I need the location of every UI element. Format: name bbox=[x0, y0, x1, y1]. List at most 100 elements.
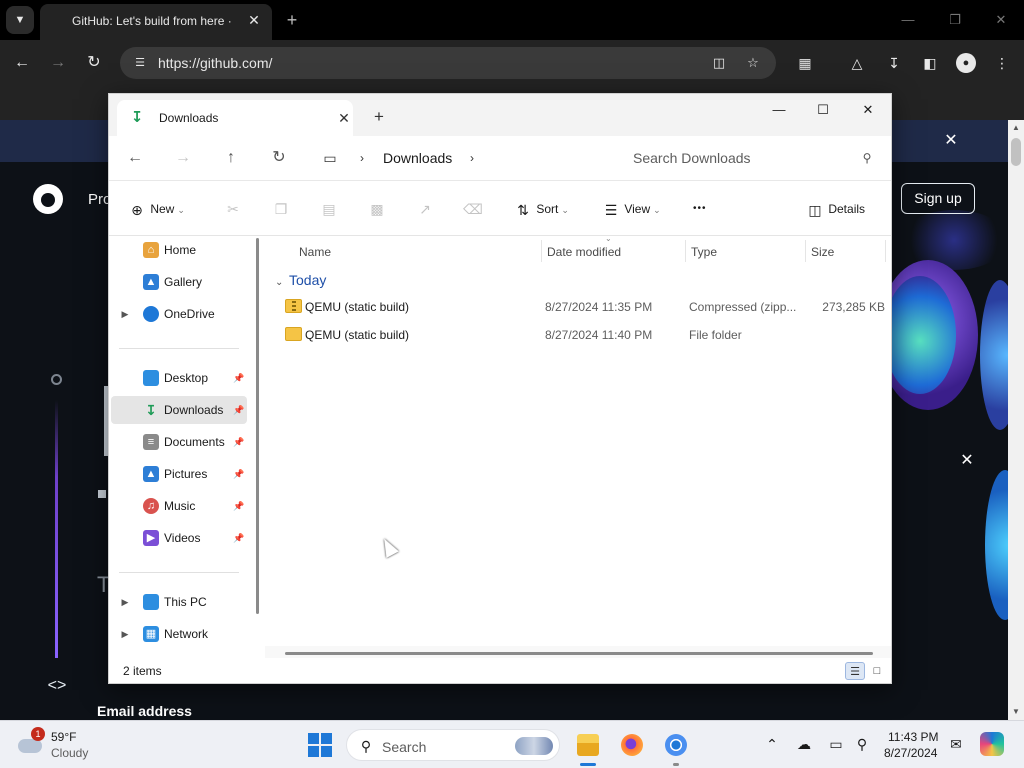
sidebar-item-music[interactable]: ♫ Music 📌 bbox=[111, 492, 247, 520]
minimize-icon[interactable]: — bbox=[757, 96, 801, 124]
details-view-icon[interactable]: ☰ bbox=[845, 662, 865, 680]
sidebar-item-desktop[interactable]: Desktop 📌 bbox=[111, 364, 247, 392]
sidebar-scrollbar[interactable] bbox=[256, 238, 259, 614]
tiles-view-icon[interactable]: □ bbox=[867, 662, 887, 680]
minimize-icon[interactable]: — bbox=[896, 8, 920, 32]
browser-tab-github[interactable]: GitHub: Let's build from here · ✕ bbox=[40, 4, 272, 40]
weather-temperature[interactable]: 59°F bbox=[51, 730, 76, 744]
sidebar-item-network[interactable]: ▶ ▦ Network bbox=[111, 620, 247, 648]
site-settings-icon[interactable]: ☰ bbox=[132, 55, 148, 71]
column-header-type[interactable]: Type bbox=[691, 240, 717, 264]
firefox-taskbar-icon[interactable] bbox=[616, 729, 648, 761]
onedrive-off-icon[interactable]: ☁ bbox=[793, 733, 815, 755]
close-window-icon[interactable]: ✕ bbox=[846, 96, 890, 124]
up-arrow-icon[interactable]: ↑ bbox=[219, 146, 243, 170]
breadcrumb[interactable]: ▭ › Downloads › bbox=[313, 142, 605, 174]
sidebar-item-this-pc[interactable]: ▶ This PC bbox=[111, 588, 247, 616]
new-tab-button[interactable]: + bbox=[282, 8, 302, 32]
copilot-icon[interactable] bbox=[980, 732, 1004, 756]
file-explorer-taskbar-icon[interactable] bbox=[572, 729, 604, 766]
sidebar-item-pictures[interactable]: ▲ Pictures 📌 bbox=[111, 460, 247, 488]
reload-icon[interactable]: ↻ bbox=[82, 51, 106, 75]
horizontal-scrollbar[interactable] bbox=[285, 652, 873, 655]
more-options-button[interactable]: ••• bbox=[693, 197, 707, 221]
column-divider[interactable] bbox=[685, 240, 686, 262]
search-input[interactable] bbox=[617, 142, 883, 174]
windows-start-icon[interactable] bbox=[308, 733, 332, 757]
scroll-down-icon[interactable]: ▼ bbox=[1008, 704, 1024, 720]
labs-flask-icon[interactable]: △ bbox=[846, 52, 868, 74]
address-bar[interactable]: ☰ https://github.com/ ◫ ☆ bbox=[120, 47, 776, 79]
table-row[interactable]: QEMU (static build) 8/27/2024 11:40 PM F… bbox=[275, 321, 885, 349]
weather-condition[interactable]: Cloudy bbox=[51, 746, 88, 760]
restore-icon[interactable]: ❐ bbox=[943, 8, 967, 32]
close-window-icon[interactable]: ✕ bbox=[989, 8, 1013, 32]
paste-icon[interactable]: ▤ bbox=[317, 197, 341, 221]
clock-time[interactable]: 11:43 PM bbox=[888, 730, 938, 744]
sign-up-button[interactable]: Sign up bbox=[901, 183, 975, 214]
new-button[interactable]: ⊕ New ⌄ bbox=[127, 197, 185, 221]
close-icon[interactable]: ✕ bbox=[940, 130, 962, 152]
chrome-taskbar-icon[interactable] bbox=[660, 729, 692, 766]
back-arrow-icon[interactable]: ← bbox=[10, 51, 34, 75]
sidebar-item-downloads[interactable]: ↧ Downloads 📌 bbox=[111, 396, 247, 424]
chevron-right-icon[interactable]: › bbox=[467, 150, 477, 166]
sidebar-item-documents[interactable]: ≡ Documents 📌 bbox=[111, 428, 247, 456]
chevron-right-icon[interactable]: › bbox=[357, 150, 367, 166]
column-header-name[interactable]: Name bbox=[299, 240, 331, 264]
network-status-icon[interactable]: ⚲ bbox=[851, 733, 873, 755]
close-icon[interactable]: ✕ bbox=[246, 12, 262, 28]
chevron-right-icon[interactable]: ▶ bbox=[119, 627, 131, 641]
sidebar-item-gallery[interactable]: ▲ Gallery bbox=[111, 268, 247, 296]
extensions-icon[interactable]: ▦ bbox=[794, 52, 816, 74]
side-panel-icon[interactable]: ◧ bbox=[919, 52, 941, 74]
rename-icon[interactable]: ▩ bbox=[365, 197, 389, 221]
chevron-up-icon[interactable]: ⌃ bbox=[761, 733, 783, 755]
page-scrollbar[interactable] bbox=[1008, 120, 1024, 720]
breadcrumb-downloads[interactable]: Downloads bbox=[383, 150, 452, 166]
scroll-up-icon[interactable]: ▲ bbox=[1008, 120, 1024, 136]
table-row[interactable]: QEMU (static build) 8/27/2024 11:35 PM C… bbox=[275, 293, 885, 321]
forward-arrow-icon[interactable]: → bbox=[171, 146, 195, 170]
install-app-icon[interactable]: ◫ bbox=[710, 54, 728, 72]
column-divider[interactable] bbox=[541, 240, 542, 262]
refresh-icon[interactable]: ↻ bbox=[267, 146, 291, 170]
share-icon[interactable]: ↗ bbox=[413, 197, 437, 221]
close-icon[interactable]: ✕ bbox=[335, 109, 353, 127]
column-divider[interactable] bbox=[805, 240, 806, 262]
bookmark-star-icon[interactable]: ☆ bbox=[744, 54, 762, 72]
profile-avatar-icon[interactable]: ● bbox=[956, 53, 976, 73]
chevron-right-icon[interactable]: ▶ bbox=[119, 307, 131, 321]
view-button[interactable]: ☰ View ⌄ bbox=[601, 197, 661, 221]
github-logo-icon[interactable] bbox=[33, 184, 63, 214]
chevron-right-icon[interactable]: ▶ bbox=[119, 595, 131, 609]
sort-button[interactable]: ⇅ Sort ⌄ bbox=[513, 197, 569, 221]
search-box[interactable]: ⚲ bbox=[617, 142, 883, 174]
file-list: ⌄ Name Date modified Type Size ⌄ Today QE… bbox=[265, 234, 891, 658]
tab-search-button[interactable]: ▼ bbox=[6, 6, 34, 34]
group-header-today[interactable]: ⌄ Today bbox=[275, 270, 326, 290]
details-button[interactable]: ◫ Details bbox=[805, 197, 865, 221]
column-header-size[interactable]: Size bbox=[811, 240, 834, 264]
taskbar-search[interactable]: ⚲ Search bbox=[346, 729, 560, 761]
column-header-date[interactable]: Date modified bbox=[547, 240, 621, 264]
back-arrow-icon[interactable]: ← bbox=[123, 146, 147, 170]
display-icon[interactable]: ▭ bbox=[825, 733, 847, 755]
explorer-tab-downloads[interactable]: ↧ Downloads ✕ bbox=[117, 100, 353, 136]
notification-bell-icon[interactable]: ✉ bbox=[945, 733, 967, 755]
clock-date[interactable]: 8/27/2024 bbox=[884, 746, 937, 760]
sidebar-item-home[interactable]: ⌂ Home bbox=[111, 236, 247, 264]
sidebar-item-videos[interactable]: ▶ Videos 📌 bbox=[111, 524, 247, 552]
new-tab-button[interactable]: + bbox=[369, 107, 389, 127]
download-icon[interactable]: ↧ bbox=[883, 52, 905, 74]
maximize-icon[interactable]: ☐ bbox=[801, 96, 845, 124]
close-icon[interactable]: ✕ bbox=[956, 450, 978, 472]
delete-icon[interactable]: ⌫ bbox=[461, 197, 485, 221]
forward-arrow-icon[interactable]: → bbox=[46, 51, 70, 75]
copy-icon[interactable]: ❐ bbox=[269, 197, 293, 221]
sidebar-item-onedrive[interactable]: ▶ OneDrive bbox=[111, 300, 247, 328]
page-scroll-thumb[interactable] bbox=[1011, 138, 1021, 166]
column-divider[interactable] bbox=[885, 240, 886, 262]
more-menu-icon[interactable]: ⋮ bbox=[991, 52, 1013, 74]
cut-icon[interactable]: ✂ bbox=[221, 197, 245, 221]
